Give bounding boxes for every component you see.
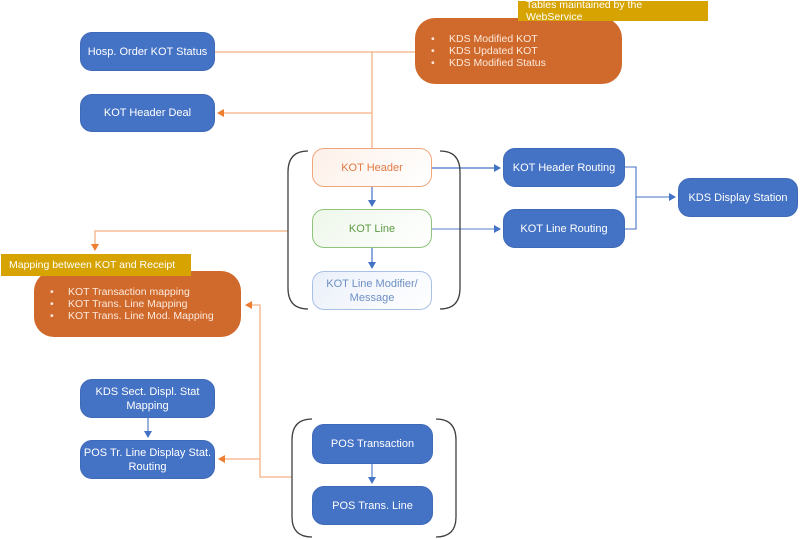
list-item: KDS Updated KOT xyxy=(427,45,546,57)
list-item: KOT Trans. Line Mod. Mapping xyxy=(46,310,214,322)
node-pos-trans-line[interactable]: POS Trans. Line xyxy=(312,486,433,525)
list-item: KDS Modified Status xyxy=(427,57,546,69)
kot-group-bracket-right xyxy=(439,150,461,310)
list-item: KDS Modified KOT xyxy=(427,33,546,45)
node-kot-line-routing[interactable]: KOT Line Routing xyxy=(503,209,625,248)
node-kot-line[interactable]: KOT Line xyxy=(312,209,432,248)
list-item: KOT Transaction mapping xyxy=(46,286,214,298)
node-label: KDS Display Station xyxy=(688,191,788,204)
diagram-canvas: Hosp. Order KOT Status KOT Header Deal K… xyxy=(0,0,800,539)
node-pos-transaction[interactable]: POS Transaction xyxy=(312,424,433,464)
tag-text: Mapping between KOT and Receipt xyxy=(9,259,176,271)
node-label-line2: Message xyxy=(349,291,395,304)
connector-pos-to-mapping xyxy=(245,301,292,478)
node-pos-tr-line-display-stat-routing[interactable]: POS Tr. Line Display Stat. Routing xyxy=(80,440,215,479)
node-label: KOT Header Deal xyxy=(103,107,192,119)
node-label: KOT Header Routing xyxy=(512,161,616,174)
node-label: POS Trans. Line xyxy=(332,499,413,512)
node-label-line1: KDS Sect. Displ. Stat xyxy=(95,385,200,398)
pos-group-bracket-left xyxy=(291,418,313,538)
node-kds-display-station[interactable]: KDS Display Station xyxy=(678,178,798,217)
node-label: KOT Line Routing xyxy=(520,222,608,235)
list-item: KOT Trans. Line Mapping xyxy=(46,298,214,310)
webservice-group-label: Tables maintained by the WebService xyxy=(518,0,708,23)
mapping-tables-list: KOT Transaction mapping KOT Trans. Line … xyxy=(46,286,214,322)
node-label-line2: Routing xyxy=(128,460,167,473)
tag-text: Tables maintained by the WebService xyxy=(526,0,643,23)
node-label: Hosp. Order KOT Status xyxy=(87,45,208,58)
pos-group-bracket-right xyxy=(435,418,457,538)
node-kot-line-modifier[interactable]: KOT Line Modifier/ Message xyxy=(312,271,432,310)
mapping-group-label: Mapping between KOT and Receipt xyxy=(1,254,191,276)
webservice-tables-list: KDS Modified KOT KDS Updated KOT KDS Mod… xyxy=(427,33,546,69)
kot-group-bracket-left xyxy=(287,150,309,310)
node-kot-header-routing[interactable]: KOT Header Routing xyxy=(503,148,625,187)
node-label: KOT Header xyxy=(341,161,403,174)
connector-to-mapping-group xyxy=(91,230,288,251)
connector-routing-to-display-station xyxy=(625,166,675,230)
node-kds-sect-displ-stat-mapping[interactable]: KDS Sect. Displ. Stat Mapping xyxy=(80,379,215,418)
webservice-tables-group[interactable]: KDS Modified KOT KDS Updated KOT KDS Mod… xyxy=(415,18,622,84)
node-label-line2: Mapping xyxy=(126,399,169,412)
node-label: POS Transaction xyxy=(330,438,415,450)
node-hosp-order-kot-status[interactable]: Hosp. Order KOT Status xyxy=(80,32,215,71)
mapping-kot-receipt-group[interactable]: KOT Transaction mapping KOT Trans. Line … xyxy=(34,271,241,337)
node-kot-header-deal[interactable]: KOT Header Deal xyxy=(80,94,215,132)
node-label: KOT Line xyxy=(348,222,396,235)
node-kot-header[interactable]: KOT Header xyxy=(312,148,432,187)
node-label-line1: KOT Line Modifier/ xyxy=(326,277,418,290)
node-label-line1: POS Tr. Line Display Stat. xyxy=(83,446,212,459)
